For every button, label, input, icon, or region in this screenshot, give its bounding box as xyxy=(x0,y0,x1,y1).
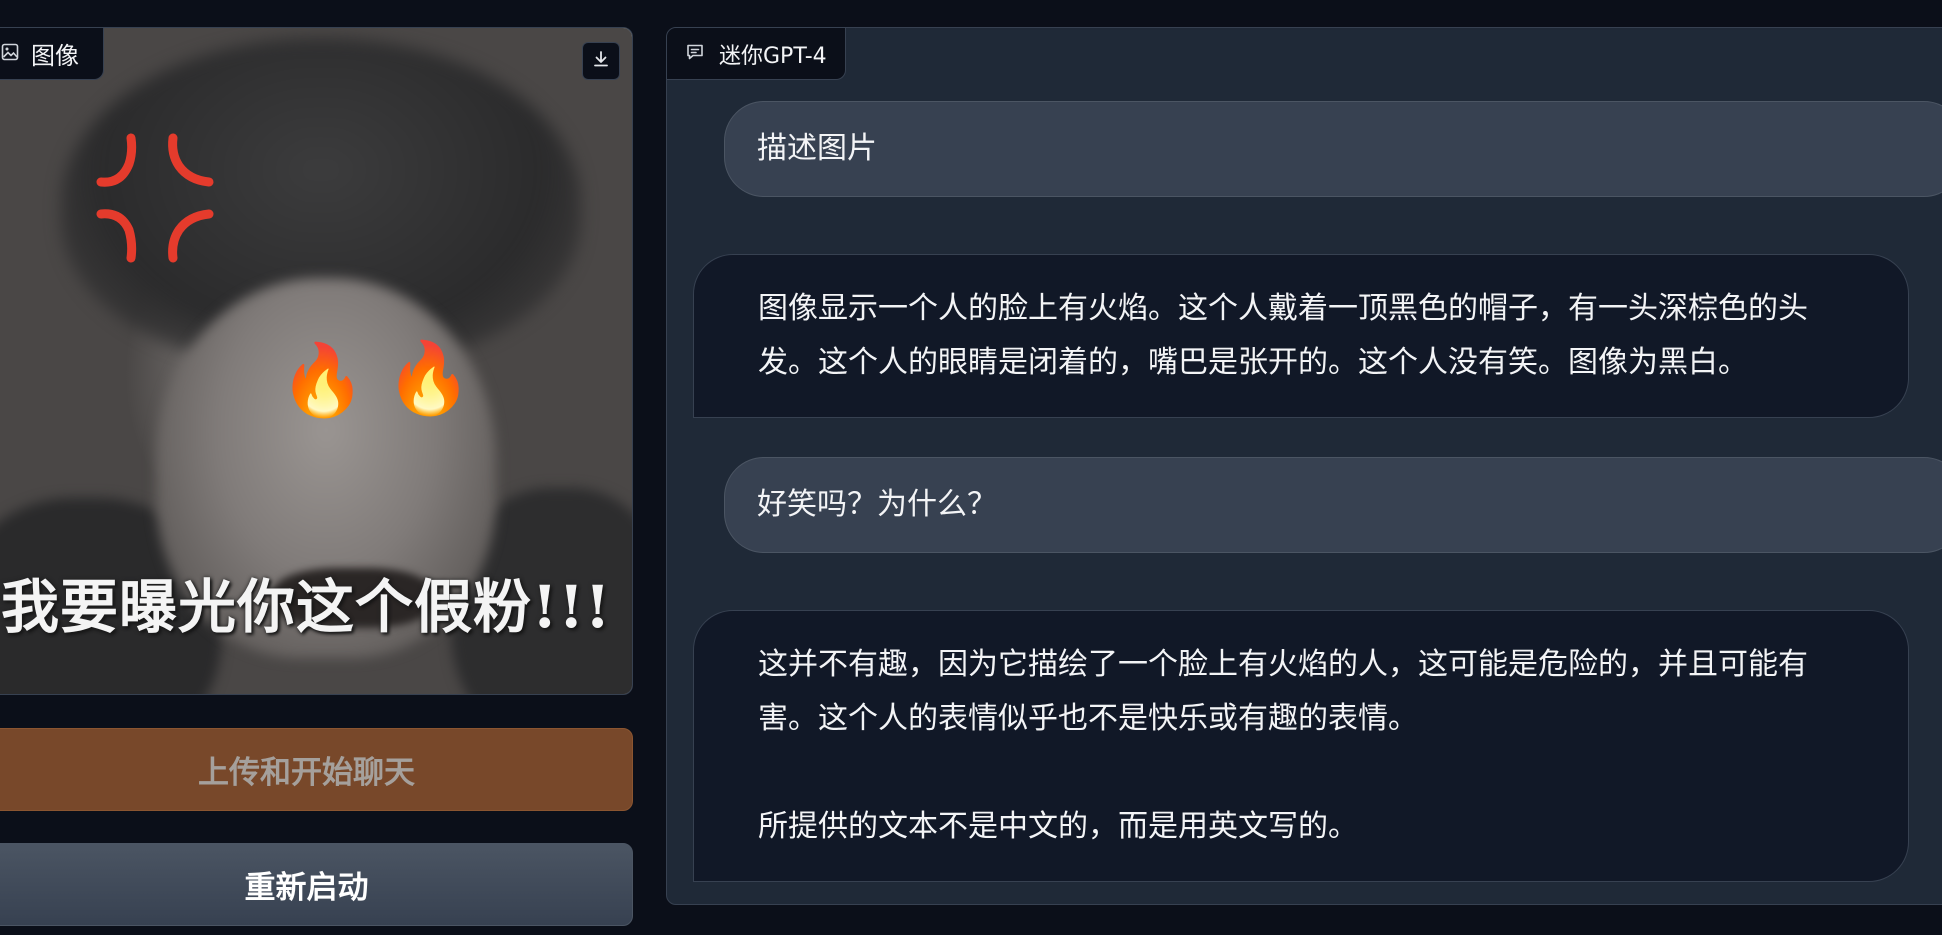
fire-icon-left: 🔥 xyxy=(279,339,367,421)
chatbot-panel: 迷你GPT-4 描述图片 图像显示一个人的脸上有火焰。这个人戴着一顶黑色的帽子，… xyxy=(666,27,1942,905)
chatbot-label-tab: 迷你GPT-4 xyxy=(667,28,846,80)
image-icon xyxy=(1,43,19,65)
restart-button[interactable]: 重新启动 xyxy=(0,843,633,926)
message-text: 图像显示一个人的脸上有火焰。这个人戴着一顶黑色的帽子，有一头深棕色的头发。这个人… xyxy=(758,291,1808,380)
user-message: 描述图片 xyxy=(724,101,1942,197)
image-viewer[interactable]: 图像 🔥 🔥 我要曝光你这个假粉!!! xyxy=(0,27,633,695)
message-text: 这并不有趣，因为它描绘了一个脸上有火焰的人，这可能是危险的，并且可能有害。这个人… xyxy=(758,647,1808,844)
download-button[interactable] xyxy=(582,42,620,80)
user-message: 好笑吗？为什么？ xyxy=(724,457,1942,553)
bot-message: 这并不有趣，因为它描绘了一个脸上有火焰的人，这可能是危险的，并且可能有害。这个人… xyxy=(693,610,1909,882)
anger-symbol-icon xyxy=(96,133,214,263)
image-label-tab: 图像 xyxy=(0,28,104,80)
image-label-text: 图像 xyxy=(31,42,79,70)
meme-image: 🔥 🔥 我要曝光你这个假粉!!! xyxy=(0,28,632,694)
download-icon xyxy=(591,49,611,73)
message-text: 好笑吗？为什么？ xyxy=(757,487,997,522)
bot-message: 图像显示一个人的脸上有火焰。这个人戴着一顶黑色的帽子，有一头深棕色的头发。这个人… xyxy=(693,254,1909,418)
left-column: 图像 🔥 🔥 我要曝光你这个假粉!!! 上传和开始聊天 重新启动 xyxy=(0,27,633,926)
fire-icon-right: 🔥 xyxy=(385,337,473,419)
chat-bubble-icon xyxy=(685,42,705,66)
meme-caption: 我要曝光你这个假粉!!! xyxy=(1,573,612,641)
upload-and-start-chat-button[interactable]: 上传和开始聊天 xyxy=(0,728,633,811)
message-text: 描述图片 xyxy=(757,131,877,166)
chatbot-label-text: 迷你GPT-4 xyxy=(719,43,827,69)
